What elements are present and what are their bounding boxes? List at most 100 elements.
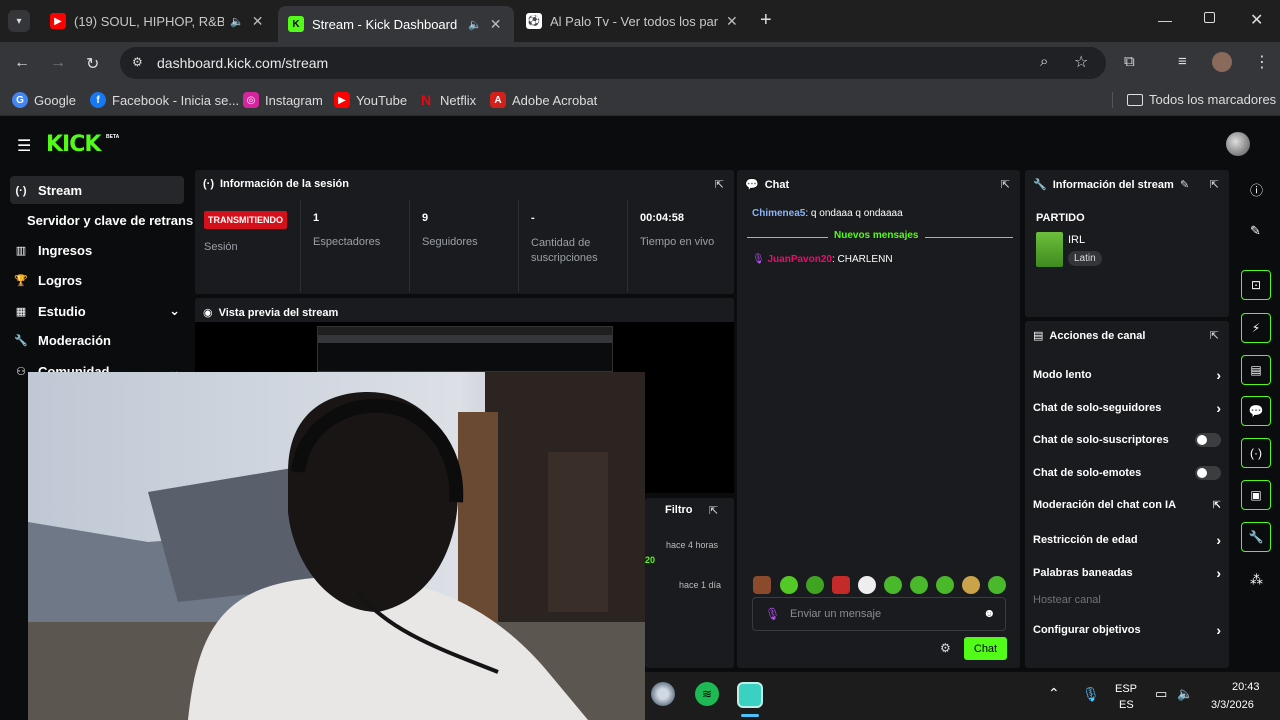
microphone-icon[interactable]: 🎙 [1082,686,1100,703]
user-avatar[interactable] [1226,132,1250,156]
pencil-icon[interactable]: ✎ [1250,223,1261,239]
hamburger-icon[interactable]: ☰ [17,136,31,156]
popout-icon[interactable]: ⇱ [715,178,724,191]
sidebar-item-estudio[interactable]: ▦ Estudio ⌄ [14,303,180,319]
kick-logo[interactable]: KICK [46,132,101,157]
rail-layout-button[interactable]: ▣ [1241,480,1271,510]
emote-icon[interactable] [910,576,928,594]
star-icon[interactable]: ☆ [1074,52,1088,72]
emote-icon[interactable] [936,576,954,594]
address-bar[interactable]: ⚙ dashboard.kick.com/stream ⌕ ☆ [120,47,1106,79]
popout-icon[interactable]: ⇱ [1210,178,1219,191]
emote-icon[interactable] [858,576,876,594]
emote-icon[interactable] [832,576,850,594]
profile-avatar[interactable] [1212,52,1232,72]
tab-youtube[interactable]: ▶ (19) SOUL, HIPHOP, R&B LI 🔈 ✕ [40,6,276,36]
action-ai-moderation[interactable]: Moderación del chat con IA ⇱ [1033,499,1221,511]
chat-username[interactable]: JuanPavon20 [767,254,831,265]
live-time-label: Tiempo en vivo [640,236,715,248]
rail-target-button[interactable]: ⊡ [1241,270,1271,300]
popout-icon[interactable]: ⇱ [1001,178,1010,191]
tab-kick-dashboard[interactable]: K Stream - Kick Dashboard 🔈 ✕ [278,6,514,42]
all-bookmarks[interactable]: Todos los marcadores [1127,92,1276,107]
restore-button[interactable] [1204,12,1215,23]
language-indicator[interactable]: ESP [1115,683,1137,695]
network-icon[interactable]: ▭ [1155,686,1167,702]
action-host-channel: Hostear canal [1033,594,1101,606]
media-icon[interactable]: ≡ [1178,53,1187,70]
chat-icon: 💬 [745,179,759,191]
info-icon[interactable]: ⓘ [1250,180,1263,199]
close-icon[interactable]: ✕ [490,16,502,33]
emote-icon[interactable] [780,576,798,594]
rail-bolt-button[interactable]: ⚡ [1241,313,1271,343]
sidebar-item-ingresos[interactable]: ▥ Ingresos [14,243,92,258]
reload-button[interactable]: ↻ [86,54,99,74]
action-subscribers-only[interactable]: Chat de solo-suscriptores [1033,433,1221,447]
sidebar-item-server-key[interactable]: Servidor y clave de retransm [27,213,193,228]
stream-title: PARTIDO [1036,212,1085,224]
bookmark-instagram[interactable]: ◎ Instagram [243,92,323,108]
emote-icon[interactable] [806,576,824,594]
bookmark-google[interactable]: G Google [12,92,76,108]
popout-icon[interactable]: ⇱ [1210,329,1219,342]
sidebar-item-logros[interactable]: 🏆 Logros [14,273,82,288]
rail-broadcast-button[interactable]: (·) [1241,438,1271,468]
extensions-icon[interactable]: ⧉ [1124,53,1135,70]
rail-chat-button[interactable]: 💬 [1241,396,1271,426]
community-icon: ⚇ [16,365,26,378]
close-icon[interactable]: ✕ [252,13,264,30]
bookmark-netflix[interactable]: N Netflix [418,92,476,108]
sidebar-item-moderacion[interactable]: 🔧 Moderación [14,333,111,348]
clock-time[interactable]: 20:43 [1232,681,1260,693]
kick-icon: K [288,16,304,32]
mic-icon[interactable]: 🎙 [765,607,780,621]
new-tab-button[interactable]: + [760,9,772,32]
streaming-app-icon[interactable] [737,682,763,708]
clock-date[interactable]: 3/3/2026 [1211,699,1254,711]
close-window-button[interactable]: ✕ [1250,10,1263,30]
bookmark-adobe-acrobat[interactable]: A Adobe Acrobat [490,92,597,108]
chat-username[interactable]: Chimenea5 [752,208,805,219]
zoom-icon[interactable]: ⌕ [1040,53,1048,70]
nodes-icon[interactable]: ⁂ [1250,572,1263,588]
action-banned-words[interactable]: Palabras baneadas › [1033,565,1221,581]
rail-wrench-button[interactable]: 🔧 [1241,522,1271,552]
close-icon[interactable]: ✕ [726,13,738,30]
volume-icon[interactable]: 🔈 [1177,686,1193,702]
filter-button[interactable]: Filtro [665,504,693,516]
subscribers-only-toggle[interactable] [1195,433,1221,447]
tab-search-button[interactable]: ▾ [8,10,30,32]
bookmark-facebook[interactable]: f Facebook - Inicia se... [90,92,239,108]
action-emotes-only[interactable]: Chat de solo-emotes [1033,466,1221,480]
emoji-icon[interactable]: ☻ [983,606,996,620]
action-slow-mode[interactable]: Modo lento › [1033,367,1221,383]
edit-icon[interactable]: ✎ [1180,178,1189,191]
settings-icon[interactable]: ⚙ [940,641,951,655]
back-button[interactable]: ← [14,54,30,72]
send-chat-button[interactable]: Chat [964,637,1007,660]
action-followers-only[interactable]: Chat de solo-seguidores › [1033,400,1221,416]
emote-icon[interactable] [988,576,1006,594]
menu-icon[interactable]: ⋮ [1254,52,1270,72]
bookmark-youtube[interactable]: ▶ YouTube [334,92,407,108]
minimize-button[interactable]: — [1158,12,1172,28]
emotes-only-toggle[interactable] [1195,466,1221,480]
live-badge: TRANSMITIENDO [204,211,287,229]
emote-icon[interactable] [753,576,771,594]
emote-icon[interactable] [962,576,980,594]
chat-input[interactable]: 🎙 Enviar un mensaje ☻ [752,597,1006,631]
action-set-goals[interactable]: Configurar objetivos › [1033,622,1221,638]
action-age-restriction[interactable]: Restricción de edad › [1033,532,1221,548]
rail-document-button[interactable]: ▤ [1241,355,1271,385]
tab-al-palo-tv[interactable]: ⚽ Al Palo Tv - Ver todos los partid ✕ [516,6,752,36]
popout-icon[interactable]: ⇱ [709,504,718,517]
settings-app-icon[interactable] [651,682,675,706]
emote-icon[interactable] [884,576,902,594]
forward-button[interactable]: → [50,54,66,72]
sidebar-item-stream[interactable]: (·) Stream [14,183,83,198]
spotify-icon[interactable]: ≋ [695,682,719,706]
site-info-icon[interactable]: ⚙ [132,55,143,69]
chat-panel: 💬 Chat ⇱ Chimenea5: q ondaaa q ondaaaa Nu… [737,170,1020,668]
chevron-up-icon[interactable]: ⌃ [1048,685,1060,702]
